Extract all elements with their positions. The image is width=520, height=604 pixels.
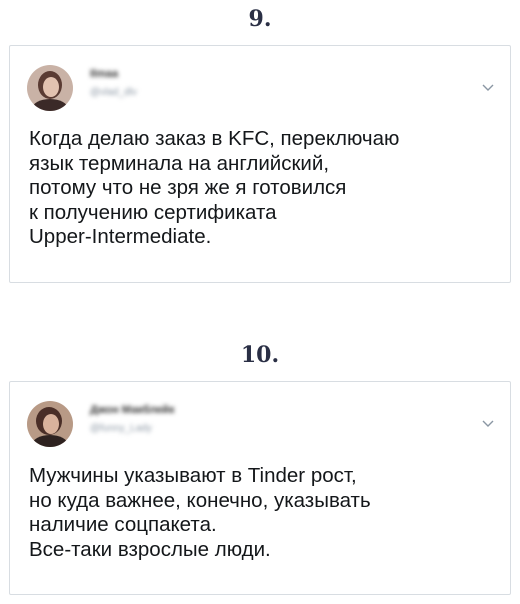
- tweet-text-line: Upper-Intermediate.: [29, 225, 212, 248]
- tweet-number: 10.: [240, 342, 280, 368]
- avatar[interactable]: [27, 65, 73, 111]
- tweet-text-line: Когда делаю заказ в KFC, переключаю: [29, 127, 400, 150]
- chevron-down-icon[interactable]: [480, 416, 496, 432]
- tweet-text-line: Мужчины указывают в Tinder рост,: [29, 464, 357, 487]
- author-handle[interactable]: @vlad_dlv: [90, 87, 137, 98]
- tweet-text-line: наличие соцпакета.: [29, 513, 217, 536]
- tweet-text-line: потому что не зря же я готовился: [29, 176, 347, 199]
- author-name[interactable]: Джон Макблейк: [90, 404, 174, 416]
- tweet-number: 9.: [248, 6, 272, 32]
- avatar[interactable]: [27, 401, 73, 447]
- author-handle[interactable]: @funny_Lady: [90, 423, 152, 434]
- tweet-card[interactable]: Джон Макблейк @funny_Lady Мужчины указыв…: [9, 381, 511, 595]
- tweet-text: Мужчины указывают в Tinder рост, но куда…: [29, 464, 490, 562]
- tweet-text-line: к получению сертификата: [29, 200, 277, 224]
- author-name[interactable]: Ilmaa: [90, 68, 118, 80]
- tweet-text: Когда делаю заказ в KFC, переключаю язык…: [29, 127, 490, 250]
- tweet-card[interactable]: Ilmaa @vlad_dlv Когда делаю заказ в KFC,…: [9, 45, 511, 283]
- tweet-text-line: но куда важнее, конечно, указывать: [29, 488, 371, 512]
- tweet-text-line: язык терминала на английский,: [29, 151, 330, 175]
- tweet-text-line: Все-таки взрослые люди.: [29, 537, 271, 561]
- chevron-down-icon[interactable]: [480, 80, 496, 96]
